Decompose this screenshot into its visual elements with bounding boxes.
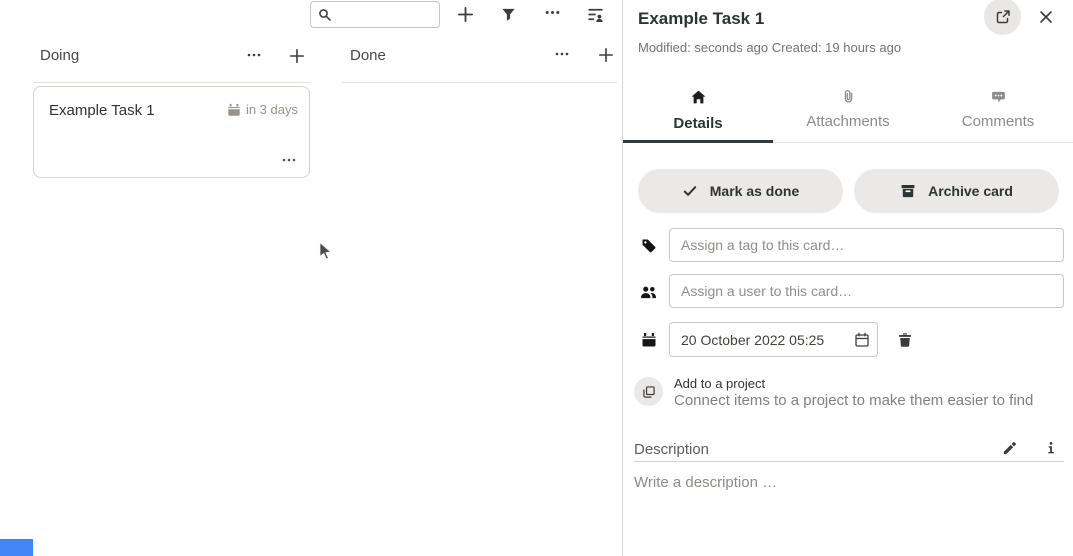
- panel-tabs: Details Attachments Comments: [623, 85, 1073, 143]
- bottom-left-blue-fragment: [0, 539, 33, 556]
- remove-due-date-button[interactable]: [891, 329, 919, 351]
- column-done-menu-button[interactable]: [548, 40, 576, 68]
- tab-label: Details: [673, 115, 722, 132]
- task-card[interactable]: Example Task 1 in 3 days: [33, 86, 310, 178]
- mark-as-done-button[interactable]: Mark as done: [638, 169, 843, 213]
- card-detail-panel: Example Task 1 Modified: seconds ago Cre…: [623, 0, 1073, 556]
- tab-attachments[interactable]: Attachments: [773, 85, 923, 142]
- description-info-button[interactable]: [1037, 436, 1065, 460]
- column-doing-add-button[interactable]: [283, 42, 311, 70]
- edit-description-button[interactable]: [995, 437, 1023, 459]
- check-icon: [682, 183, 698, 199]
- calendar-icon: [640, 331, 658, 349]
- card-title: Example Task 1: [49, 102, 155, 119]
- card-due-date: in 3 days: [227, 102, 298, 117]
- board-menu-button[interactable]: [538, 0, 566, 26]
- comment-icon: [991, 89, 1006, 104]
- mark-as-done-label: Mark as done: [710, 183, 799, 199]
- archive-card-button[interactable]: Archive card: [854, 169, 1059, 213]
- projects-icon: [634, 377, 663, 406]
- plus-icon: [457, 6, 474, 23]
- calendar-icon: [227, 103, 241, 117]
- tab-label: Comments: [962, 113, 1035, 130]
- more-icon: [246, 47, 262, 63]
- add-card-button[interactable]: [451, 0, 479, 28]
- archive-icon: [900, 183, 916, 199]
- plus-icon: [598, 47, 614, 63]
- due-date-input[interactable]: [670, 332, 847, 348]
- column-done-divider: [341, 82, 617, 83]
- home-icon: [690, 89, 707, 106]
- column-title-doing: Doing: [40, 47, 79, 64]
- paperclip-icon: [841, 89, 856, 104]
- open-calendar-button[interactable]: [847, 325, 877, 355]
- tab-comments[interactable]: Comments: [923, 85, 1073, 142]
- column-doing-menu-button[interactable]: [240, 41, 268, 69]
- column-title-done: Done: [350, 47, 386, 64]
- filter-icon: [501, 7, 516, 22]
- close-icon: [1038, 9, 1054, 25]
- search-icon: [318, 8, 332, 22]
- search-box[interactable]: [310, 1, 440, 28]
- external-link-icon: [995, 9, 1011, 25]
- assignees-view-button[interactable]: [581, 0, 609, 28]
- tag-icon: [640, 237, 658, 255]
- more-icon: [281, 152, 297, 168]
- assign-user-input[interactable]: [669, 274, 1064, 308]
- column-doing-divider: [33, 82, 310, 83]
- more-icon: [544, 4, 561, 21]
- trash-icon: [897, 332, 913, 348]
- description-label: Description: [634, 441, 709, 458]
- card-menu-button[interactable]: [275, 148, 303, 172]
- mouse-cursor: [312, 238, 338, 269]
- pencil-icon: [1002, 441, 1017, 456]
- archive-card-label: Archive card: [928, 183, 1013, 199]
- tab-label: Attachments: [806, 113, 889, 130]
- card-due-label: in 3 days: [246, 102, 298, 117]
- description-placeholder[interactable]: Write a description …: [634, 474, 777, 491]
- kanban-app-window: Doing Example Task 1 in 3 days Done: [0, 0, 1073, 556]
- add-to-project-row[interactable]: Add to a project Connect items to a proj…: [623, 373, 1073, 413]
- description-divider: [634, 461, 1064, 462]
- panel-meta: Modified: seconds ago Created: 19 hours …: [638, 40, 901, 55]
- filter-button[interactable]: [494, 0, 522, 28]
- open-in-window-button[interactable]: [984, 0, 1021, 35]
- search-input[interactable]: [337, 7, 437, 22]
- calendar-outline-icon: [854, 332, 870, 348]
- add-to-project-subtitle: Connect items to a project to make them …: [674, 392, 1033, 409]
- more-icon: [554, 46, 570, 62]
- plus-icon: [289, 48, 305, 64]
- due-date-field[interactable]: [669, 322, 878, 357]
- close-panel-button[interactable]: [1032, 3, 1060, 31]
- add-to-project-title: Add to a project: [674, 376, 765, 391]
- tab-details[interactable]: Details: [623, 85, 773, 142]
- assign-tag-input[interactable]: [669, 228, 1064, 262]
- column-done-add-button[interactable]: [592, 41, 620, 69]
- panel-title: Example Task 1: [638, 9, 764, 29]
- info-icon: [1044, 441, 1058, 455]
- list-assignee-icon: [587, 6, 604, 23]
- users-icon: [639, 283, 657, 301]
